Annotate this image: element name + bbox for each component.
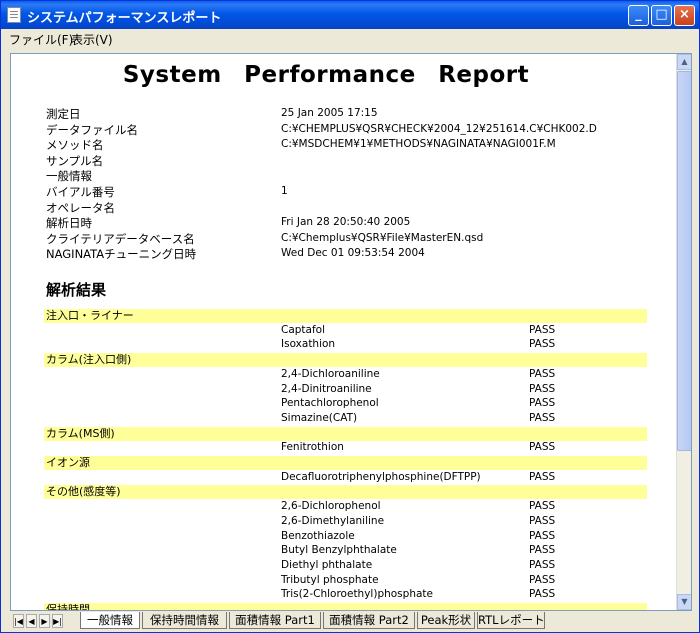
compound-name: Isoxathion bbox=[281, 338, 336, 351]
compound-name: Tris(2-Chloroethyl)phosphate bbox=[281, 588, 433, 601]
category-row: 注入口・ライナー bbox=[44, 309, 647, 323]
compound-result: PASS bbox=[529, 588, 556, 601]
category-row: その他(感度等) bbox=[44, 485, 647, 500]
menu-file[interactable]: ファイル(F) bbox=[9, 31, 73, 48]
info-value: C:¥Chemplus¥QSR¥File¥MasterEN.qsd bbox=[281, 231, 484, 244]
prev-sheet-button[interactable]: ◀ bbox=[26, 614, 37, 628]
report-title: System Performance Report bbox=[122, 62, 530, 88]
sheet-tab[interactable]: 面積情報 Part1 bbox=[229, 612, 321, 629]
window-title: システムパフォーマンスレポート bbox=[27, 11, 222, 26]
maximize-button[interactable]: □ bbox=[651, 5, 672, 26]
sheet-tab[interactable]: 一般情報 bbox=[80, 612, 140, 629]
compound-result: PASS bbox=[529, 441, 556, 454]
compound-name: 2,4-Dinitroaniline bbox=[281, 382, 372, 395]
last-sheet-button[interactable]: ▶| bbox=[52, 614, 63, 628]
compound-name: Decafluorotriphenylphosphine(DFTPP) bbox=[281, 470, 481, 483]
compound-name: Benzothiazole bbox=[281, 529, 355, 542]
menu-bar: ファイル(F) 表示(V) bbox=[1, 29, 699, 49]
report-viewer: System Performance Report 解析結果 測定日 25 Jan… bbox=[10, 53, 692, 611]
compound-result: PASS bbox=[529, 382, 556, 395]
vertical-scrollbar[interactable]: ▲ ▼ bbox=[676, 54, 691, 610]
compound-result: PASS bbox=[529, 529, 556, 542]
sheet-tab[interactable]: 面積情報 Part2 bbox=[323, 612, 415, 629]
category-row: カラム(注入口側) bbox=[44, 353, 647, 368]
menu-view[interactable]: 表示(V) bbox=[71, 31, 113, 48]
sheet-tab-bar: |◀ ◀ ▶ ▶| 一般情報 保持時間情報 面積情報 Part1 面積情報 Part2 Peak… bbox=[10, 612, 692, 632]
info-label: データファイル名 bbox=[46, 122, 138, 137]
info-label: NAGINATAチューニング日時 bbox=[46, 247, 197, 262]
report-page: System Performance Report 解析結果 測定日 25 Jan… bbox=[11, 54, 675, 610]
info-value: C:¥CHEMPLUS¥QSR¥CHECK¥2004_12¥251614.C¥C… bbox=[281, 122, 597, 135]
first-sheet-button[interactable]: |◀ bbox=[13, 614, 24, 628]
sheet-tab[interactable]: RTLレポート bbox=[477, 612, 545, 629]
info-value: 1 bbox=[281, 185, 288, 197]
compound-name: Butyl Benzylphthalate bbox=[281, 544, 397, 557]
info-value: Wed Dec 01 09:53:54 2004 bbox=[281, 247, 425, 260]
compound-name: Simazine(CAT) bbox=[281, 411, 358, 424]
compound-result: PASS bbox=[529, 500, 556, 513]
info-label: メソッド名 bbox=[46, 138, 104, 153]
scroll-up-icon[interactable]: ▲ bbox=[677, 54, 691, 70]
compound-name: 2,4-Dichloroaniline bbox=[281, 367, 380, 380]
compound-name: Diethyl phthalate bbox=[281, 558, 373, 571]
document-icon bbox=[7, 7, 21, 23]
compound-result: PASS bbox=[529, 544, 556, 557]
sheet-tab[interactable]: Peak形状 bbox=[417, 612, 475, 629]
compound-result: PASS bbox=[529, 411, 556, 424]
info-label: オペレータ名 bbox=[46, 200, 115, 215]
category-row: 保持時間 bbox=[44, 603, 647, 610]
info-label: バイアル番号 bbox=[46, 185, 115, 199]
compound-result: PASS bbox=[529, 323, 556, 336]
info-value: C:¥MSDCHEM¥1¥METHODS¥NAGINATA¥NAGI001F.M bbox=[281, 138, 556, 151]
compound-result: PASS bbox=[529, 573, 556, 586]
sheet-tab[interactable]: 保持時間情報 bbox=[142, 612, 227, 629]
title-bar[interactable]: システムパフォーマンスレポート _ □ × bbox=[1, 1, 699, 29]
compound-name: Tributyl phosphate bbox=[281, 573, 379, 586]
info-label: 一般情報 bbox=[46, 169, 92, 184]
compound-result: PASS bbox=[529, 338, 556, 351]
report-window: システムパフォーマンスレポート _ □ × ファイル(F) 表示(V) Syst… bbox=[0, 0, 700, 633]
compound-result: PASS bbox=[529, 397, 556, 410]
compound-result: PASS bbox=[529, 514, 556, 527]
compound-result: PASS bbox=[529, 470, 556, 483]
close-button[interactable]: × bbox=[674, 5, 695, 26]
scroll-thumb[interactable] bbox=[677, 71, 691, 451]
compound-result: PASS bbox=[529, 367, 556, 380]
info-value: Fri Jan 28 20:50:40 2005 bbox=[281, 216, 411, 229]
compound-name: Pentachlorophenol bbox=[281, 397, 379, 410]
next-sheet-button[interactable]: ▶ bbox=[39, 614, 50, 628]
info-label: 解析日時 bbox=[46, 216, 92, 231]
compound-name: Captafol bbox=[281, 323, 326, 336]
info-value: 25 Jan 2005 17:15 bbox=[281, 107, 378, 119]
compound-name: 2,6-Dichlorophenol bbox=[281, 500, 381, 513]
compound-name: 2,6-Dimethylaniline bbox=[281, 514, 385, 527]
info-label: サンプル名 bbox=[46, 153, 104, 168]
compound-result: PASS bbox=[529, 558, 556, 571]
category-row: カラム(MS側) bbox=[44, 426, 647, 441]
compound-name: Fenitrothion bbox=[281, 441, 344, 454]
info-label: 測定日 bbox=[46, 107, 81, 121]
results-heading: 解析結果 bbox=[46, 281, 107, 299]
minimize-button[interactable]: _ bbox=[628, 5, 649, 26]
scroll-down-icon[interactable]: ▼ bbox=[677, 594, 691, 610]
info-label: クライテリアデータベース名 bbox=[46, 231, 195, 246]
category-row: イオン源 bbox=[44, 456, 647, 470]
